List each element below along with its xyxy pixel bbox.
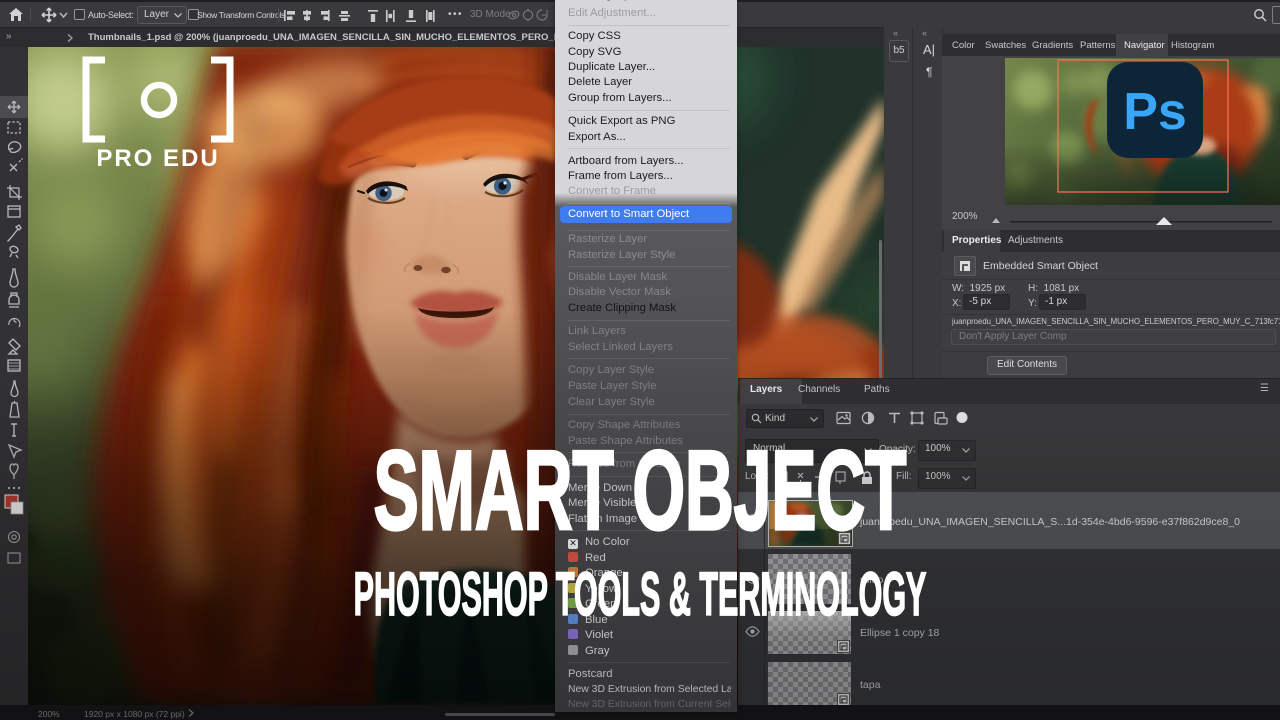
svg-text:Ps: Ps	[1123, 83, 1187, 141]
svg-text:PRO EDU: PRO EDU	[96, 145, 219, 172]
